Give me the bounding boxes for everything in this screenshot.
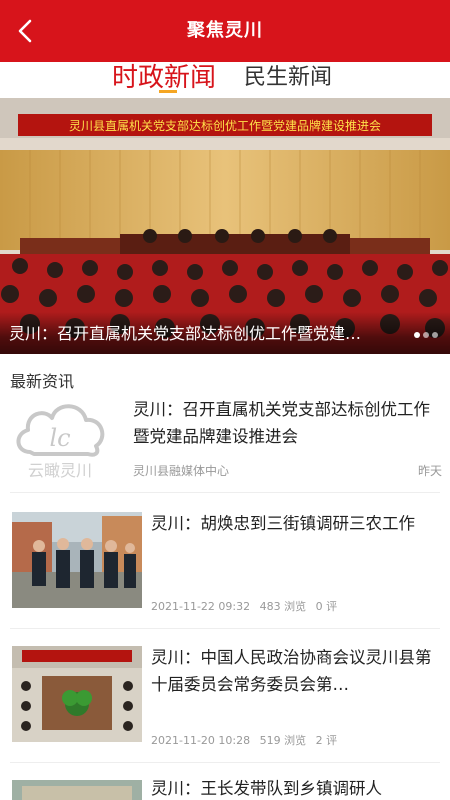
carousel-dots [414,332,438,338]
divider [10,628,440,629]
news-thumbnail [12,512,142,608]
news-meta: 2021-11-20 10:28 519 浏览 2 评 [151,732,343,748]
tab-livelihood-news[interactable]: 民生新闻 [244,62,332,98]
logo-caption: 云瞰灵川 [28,461,92,480]
yunkan-lingchuan-logo: lc 云瞰灵川 [10,394,110,480]
news-date: 2021-11-22 09:32 [151,600,251,613]
active-tab-indicator [159,90,177,93]
carousel-dot[interactable] [432,332,438,338]
news-comments: 2 评 [315,734,338,747]
news-tabs: 时政新闻 民生新闻 [0,62,450,98]
carousel-dot[interactable] [414,332,420,338]
news-time: 昨天 [417,464,442,478]
banner-caption: 灵川：召开直属机关党支部达标创优工作暨党建品牌建设推进会 [9,324,369,343]
news-views: 519 浏览 [259,734,307,747]
news-meta: 2021-11-22 09:32 483 浏览 0 评 [151,598,343,614]
news-thumbnail [12,780,142,800]
logo-monogram: lc [49,424,70,452]
news-title[interactable]: 灵川：王长发带队到乡镇调研人 [151,778,441,800]
banner-backdrop-text: 灵川县直属机关党支部达标创优工作暨党建品牌建设推进会 [69,118,381,133]
top-bar: 聚焦灵川 [0,0,450,62]
news-title[interactable]: 灵川：召开直属机关党支部达标创优工作暨党建品牌建设推进会 [133,396,443,450]
news-source: 灵川县融媒体中心 [133,464,230,478]
banner-caption-bar: 灵川：召开直属机关党支部达标创优工作暨党建品牌建设推进会 [0,312,450,354]
news-comments: 0 评 [315,600,338,613]
news-date: 2021-11-20 10:28 [151,734,251,747]
carousel-dot[interactable] [423,332,429,338]
page-title: 聚焦灵川 [187,20,263,41]
section-title: 最新资讯 [10,372,75,391]
divider [10,762,440,763]
news-title[interactable]: 灵川：中国人民政治协商会议灵川县第十届委员会常务委员会第… [151,644,441,698]
banner-carousel[interactable]: 灵川县直属机关党支部达标创优工作暨党建品牌建设推进会 灵川：召开直属机关党支部达… [0,98,450,354]
news-title[interactable]: 灵川：胡焕忠到三街镇调研三农工作 [151,510,441,537]
divider [10,492,440,493]
news-thumbnail [12,646,142,742]
news-views: 483 浏览 [259,600,307,613]
